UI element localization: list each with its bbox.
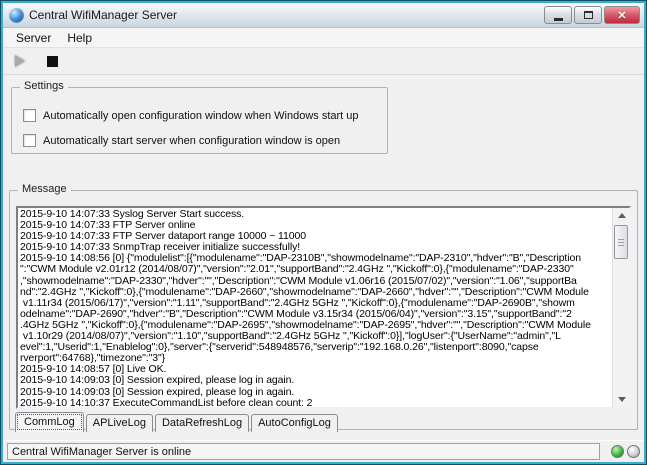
auto-open-checkbox[interactable] [23,109,36,122]
scrollbar-thumb[interactable] [614,225,628,259]
caption-buttons: ✕ [544,6,640,24]
settings-groupbox: Settings Automatically open configuratio… [11,87,388,154]
menu-item-help[interactable]: Help [60,29,99,47]
close-icon: ✕ [617,9,626,22]
log-line: 2015-9-10 14:07:33 FTP Server online [20,220,610,231]
log-line: rverport":64768},"timezone":"3"} [20,353,610,364]
chevron-up-icon [618,213,626,218]
minimize-button[interactable] [544,6,572,24]
message-groupbox: Message 2015-9-10 14:07:33 Syslog Server… [9,190,638,430]
menu-bar: Server Help [3,28,644,48]
toolbar [3,48,644,75]
stop-server-button[interactable] [43,52,61,70]
log-line: 2015-9-10 14:08:56 [0] {"modulelist":[{"… [20,253,610,264]
scroll-up-button[interactable] [613,208,630,223]
tab-commlog[interactable]: CommLog [15,412,84,432]
auto-open-checkbox-label: Automatically open configuration window … [43,110,359,122]
maximize-button[interactable] [574,6,602,24]
status-text: Central WifiManager Server is online [12,446,191,458]
checkbox-row-auto-open[interactable]: Automatically open configuration window … [23,109,359,122]
globe-icon [9,8,24,23]
app-window: Central WifiManager Server ✕ Server Help [0,0,647,465]
status-bar: Central WifiManager Server is online [3,440,644,462]
log-line: 2015-9-10 14:09:03 [0] Session expired, … [20,387,610,398]
play-icon [15,55,25,67]
log-tabs: CommLog APLiveLog DataRefreshLog AutoCon… [15,412,340,432]
scroll-down-button[interactable] [613,392,630,407]
window-title: Central WifiManager Server [29,8,177,22]
log-line: v1.10r29 (2014/08/07)","version":"1.10",… [20,331,610,342]
tab-datarefreshlog[interactable]: DataRefreshLog [155,414,249,432]
log-line: odelname":"DAP-2690","hdver":"B","Descri… [20,309,610,320]
settings-group-title: Settings [20,80,68,92]
log-line: 2015-9-10 14:10:37 ExecuteCommandList be… [20,398,610,409]
log-line: .4GHz 5GHz ","Kickoff":0},{"modulename":… [20,320,610,331]
minimize-icon [554,18,563,21]
title-bar[interactable]: Central WifiManager Server ✕ [3,3,644,28]
tab-aplivelog[interactable]: APLiveLog [86,414,153,432]
log-line: 2015-9-10 14:09:03 [0] Session expired, … [20,375,610,386]
log-lines: 2015-9-10 14:07:33 Syslog Server Start s… [20,209,610,407]
online-led-icon [611,445,624,458]
checkbox-row-auto-start[interactable]: Automatically start server when configur… [23,134,340,147]
client-area: Settings Automatically open configuratio… [3,75,644,440]
maximize-icon [584,11,593,19]
log-line: v1.11r34 (2015/06/17)","version":"1.11",… [20,298,610,309]
offline-led-icon [627,445,640,458]
log-line: 2015-9-10 14:07:33 FTP Server dataport r… [20,231,610,242]
log-line: nd":"2.4GHz ","Kickoff":0},{"modulename"… [20,287,610,298]
status-text-panel: Central WifiManager Server is online [7,443,600,460]
auto-start-checkbox-label: Automatically start server when configur… [43,135,340,147]
log-line: ,"showmodelname":"DAP-2330","hdver":"","… [20,276,610,287]
close-button[interactable]: ✕ [604,6,640,24]
stop-icon [47,56,58,67]
log-line: ":"CWM Module v2.01r12 (2014/08/07)","ve… [20,264,610,275]
log-line: 2015-9-10 14:07:33 Syslog Server Start s… [20,209,610,220]
auto-start-checkbox[interactable] [23,134,36,147]
log-line: 2015-9-10 14:08:57 [0] Live OK. [20,364,610,375]
message-group-title: Message [18,183,71,195]
chevron-down-icon [618,397,626,402]
vertical-scrollbar[interactable] [612,208,629,407]
log-textarea[interactable]: 2015-9-10 14:07:33 Syslog Server Start s… [16,206,631,409]
log-line: evel":1,"Userid":1,"Enablelog":0},"serve… [20,342,610,353]
menu-item-server[interactable]: Server [9,29,58,47]
log-line: 2015-9-10 14:07:33 SnmpTrap receiver ini… [20,242,610,253]
window-frame: Central WifiManager Server ✕ Server Help [1,1,646,464]
tab-autoconfiglog[interactable]: AutoConfigLog [251,414,338,432]
start-server-button[interactable] [11,52,29,70]
